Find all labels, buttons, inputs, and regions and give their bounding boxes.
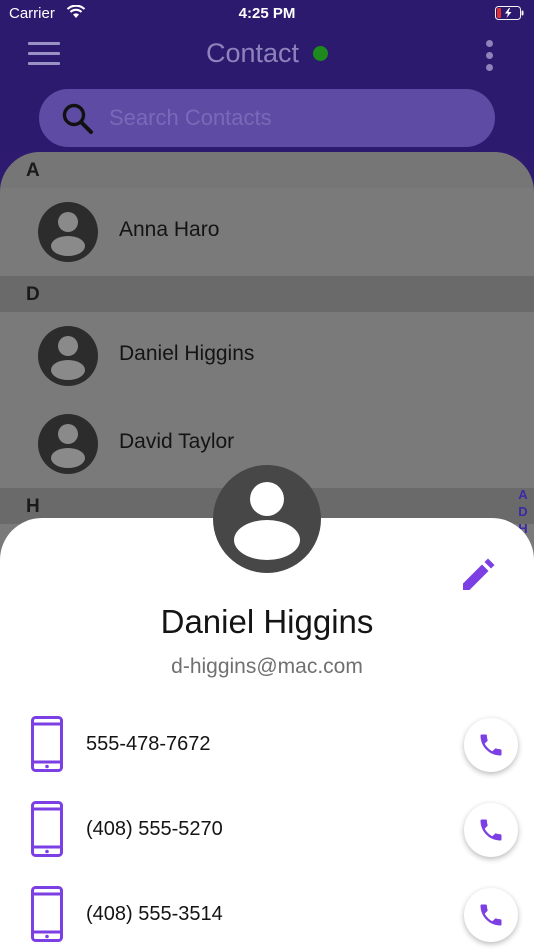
contact-name: David Taylor xyxy=(119,430,235,453)
avatar-icon xyxy=(213,465,321,573)
page-title: Contact xyxy=(205,38,300,68)
mobile-phone-icon xyxy=(31,801,63,862)
phone-row: 555-478-7672 xyxy=(0,715,534,777)
battery-icon xyxy=(495,6,525,24)
search-icon xyxy=(61,102,95,141)
section-header-d: D xyxy=(0,276,534,312)
phone-number: 555-478-7672 xyxy=(86,733,211,755)
mobile-phone-icon xyxy=(31,886,63,947)
detail-contact-email: d-higgins@mac.com xyxy=(171,655,363,678)
call-button[interactable] xyxy=(464,888,518,942)
call-button[interactable] xyxy=(464,718,518,772)
phone-row: (408) 555-3514 xyxy=(0,885,534,947)
search-input[interactable] xyxy=(109,99,469,137)
search-bar[interactable] xyxy=(39,89,495,147)
online-status-dot xyxy=(313,46,329,61)
call-button[interactable] xyxy=(464,803,518,857)
contact-name: Daniel Higgins xyxy=(119,342,255,365)
index-letter[interactable]: D xyxy=(516,503,530,520)
section-header-a: A xyxy=(0,152,534,188)
phone-call-icon xyxy=(480,904,502,926)
phone-number: (408) 555-3514 xyxy=(86,903,223,925)
list-item[interactable]: Daniel Higgins xyxy=(0,312,534,400)
mobile-phone-icon xyxy=(31,716,63,777)
list-item[interactable]: Anna Haro xyxy=(0,188,534,276)
edit-icon[interactable] xyxy=(460,555,498,593)
more-options-icon[interactable] xyxy=(486,40,494,72)
contact-name: Anna Haro xyxy=(119,218,220,241)
phone-number: (408) 555-5270 xyxy=(86,818,223,840)
phone-call-icon xyxy=(480,819,502,841)
app-header: Carrier 4:25 PM Contact xyxy=(0,0,534,152)
phone-row: (408) 555-5270 xyxy=(0,800,534,862)
avatar-icon xyxy=(38,326,98,386)
index-letter[interactable]: A xyxy=(516,486,530,503)
phone-call-icon xyxy=(480,734,502,756)
status-bar: Carrier 4:25 PM xyxy=(0,0,534,28)
avatar-icon xyxy=(38,202,98,262)
detail-contact-name: Daniel Higgins xyxy=(160,603,374,640)
clock: 4:25 PM xyxy=(238,5,296,22)
avatar-icon xyxy=(38,414,98,474)
